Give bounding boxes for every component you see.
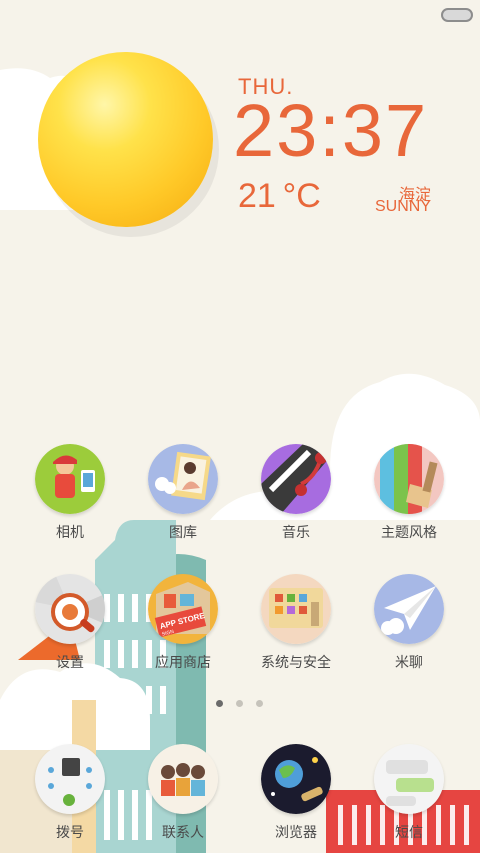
- app-settings[interactable]: 设置: [15, 574, 125, 671]
- app-label: 应用商店: [155, 654, 211, 670]
- sun-icon: [38, 52, 213, 227]
- page-dot[interactable]: [236, 700, 243, 707]
- app-gallery[interactable]: 图库: [128, 444, 238, 541]
- app-store-icon: APP STORE SIGN: [148, 574, 218, 644]
- app-label: 米聊: [395, 654, 423, 670]
- messages-icon: [374, 744, 444, 814]
- camera-icon: [35, 444, 105, 514]
- app-label: 拨号: [56, 824, 84, 840]
- app-browser[interactable]: 浏览器: [241, 744, 351, 841]
- app-messages[interactable]: 短信: [354, 744, 464, 841]
- gallery-icon: [148, 444, 218, 514]
- app-camera[interactable]: 相机: [15, 444, 125, 541]
- page-dot[interactable]: [216, 700, 223, 707]
- app-contacts[interactable]: 联系人: [128, 744, 238, 841]
- settings-icon: [35, 574, 105, 644]
- weather-widget[interactable]: THU. 23:37 21 °C 海淀 SUNNY: [0, 0, 480, 240]
- contacts-icon: [148, 744, 218, 814]
- app-label: 相机: [56, 524, 84, 540]
- weather-condition: SUNNY: [374, 198, 431, 215]
- page-dot[interactable]: [256, 700, 263, 707]
- app-label: 主题风格: [381, 524, 437, 540]
- page-indicator[interactable]: [214, 700, 266, 708]
- app-label: 设置: [56, 654, 84, 670]
- music-icon: [261, 444, 331, 514]
- browser-icon: [261, 744, 331, 814]
- theme-icon: [374, 444, 444, 514]
- app-label: 浏览器: [275, 824, 317, 840]
- miliao-icon: [374, 574, 444, 644]
- app-label: 图库: [169, 524, 197, 540]
- app-theme[interactable]: 主题风格: [354, 444, 464, 541]
- app-dialer[interactable]: 拨号: [15, 744, 125, 841]
- security-icon: [261, 574, 331, 644]
- temperature: 21 °C: [238, 177, 321, 215]
- clock-time[interactable]: 23:37: [233, 94, 428, 168]
- app-miliao[interactable]: 米聊: [354, 574, 464, 671]
- app-label: 短信: [395, 824, 423, 840]
- app-label: 联系人: [162, 824, 204, 840]
- app-security[interactable]: 系统与安全: [241, 574, 351, 671]
- app-label: 系统与安全: [261, 654, 331, 670]
- dialer-icon: [35, 744, 105, 814]
- app-music[interactable]: 音乐: [241, 444, 351, 541]
- app-store[interactable]: APP STORE SIGN 应用商店: [128, 574, 238, 671]
- app-label: 音乐: [282, 524, 310, 540]
